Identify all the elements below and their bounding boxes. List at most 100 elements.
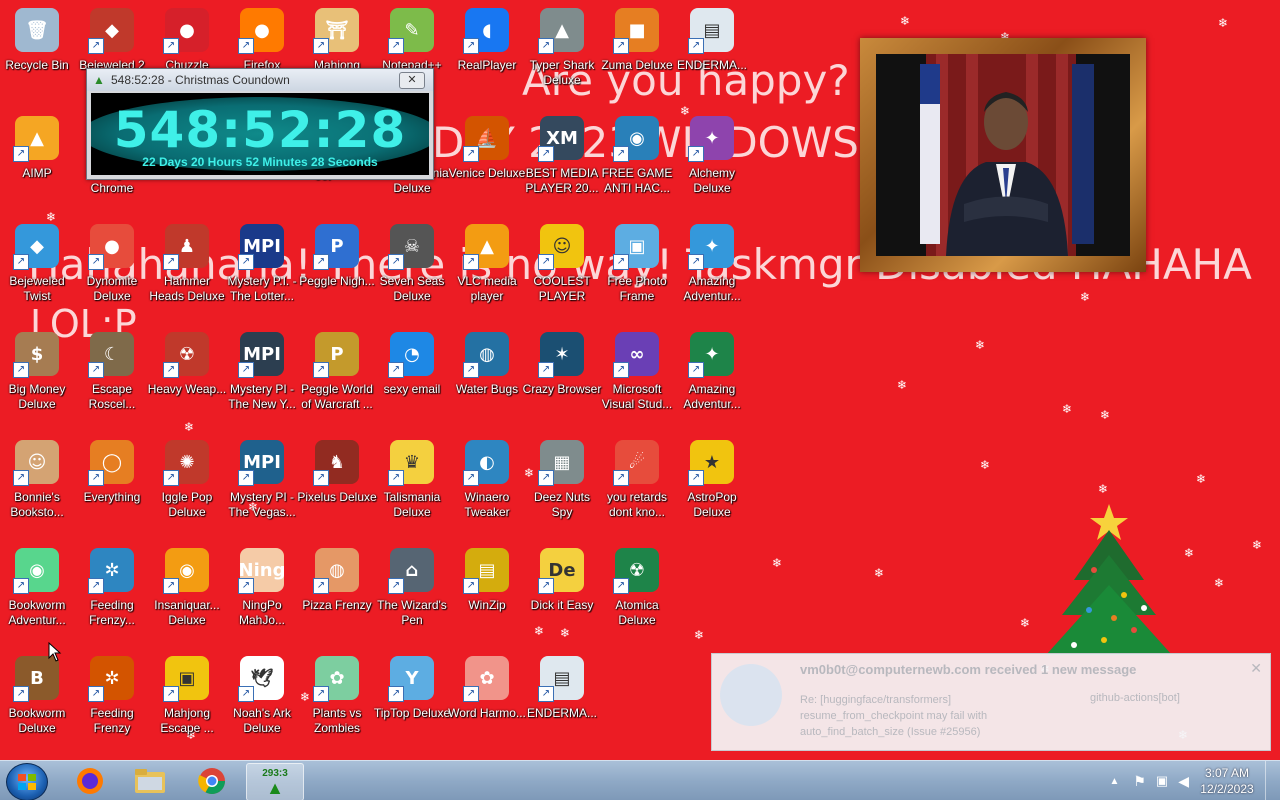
show-hidden-icons-icon[interactable]: ▲ xyxy=(1109,776,1119,787)
portrait-photo-frame xyxy=(860,38,1146,272)
action-center-flag-icon[interactable]: ⚑ xyxy=(1133,773,1146,790)
desktop-icon[interactable]: MPI ↗ Mystery P.I. - The Lotter... xyxy=(225,222,299,326)
tree-icon: ▲ xyxy=(93,73,105,87)
explorer-taskbar-button[interactable] xyxy=(122,763,178,799)
notification-close-button[interactable]: ✕ xyxy=(1250,660,1262,677)
countdown-time: 548:52:28 xyxy=(113,101,407,159)
desktop-icon[interactable]: ✿ ↗ Word Harmo... xyxy=(448,654,526,758)
desktop-icon[interactable]: ♟ ↗ Hammer Heads Deluxe xyxy=(149,222,225,326)
shortcut-arrow-icon: ↗ xyxy=(388,254,404,270)
desktop-icon[interactable]: ✲ ↗ Feeding Frenzy xyxy=(75,654,149,758)
desktop-icon[interactable]: ▣ ↗ Free Photo Frame xyxy=(600,222,674,326)
desktop-icon[interactable]: Ning ↗ NingPo MahJo... xyxy=(225,546,299,650)
close-button[interactable]: ✕ xyxy=(399,72,425,89)
desktop-icon[interactable]: ■ ↗ Zuma Deluxe xyxy=(600,6,674,110)
desktop-icon[interactable]: ★ ↗ AstroPop Deluxe xyxy=(675,438,749,542)
desktop-icon[interactable]: ✦ ↗ Amazing Adventur... xyxy=(675,330,749,434)
start-button[interactable] xyxy=(6,763,48,800)
desktop-icon-label: NingPo MahJo... xyxy=(238,598,286,627)
desktop-icon[interactable]: ✦ ↗ Alchemy Deluxe xyxy=(675,114,749,218)
desktop-icon[interactable]: ▤ ↗ ENDERMA... xyxy=(675,6,749,110)
desktop-icon[interactable]: ▲ ↗ Typer Shark Deluxe xyxy=(525,6,599,110)
desktop-icon[interactable]: ☢ ↗ Atomica Deluxe xyxy=(600,546,674,650)
desktop-icon-label: Recycle Bin xyxy=(5,58,69,72)
desktop-icon[interactable]: ▤ ↗ WinZip xyxy=(450,546,524,650)
desktop-icon[interactable]: ◯ ↗ Everything xyxy=(75,438,149,542)
chrome-taskbar-button[interactable] xyxy=(184,763,240,799)
desktop-icon[interactable]: Y ↗ TipTop Deluxe xyxy=(374,654,450,758)
desktop-icon[interactable]: ✲ ↗ Feeding Frenzy... xyxy=(75,546,149,650)
ningpo-icon: Ning ↗ xyxy=(238,546,286,594)
desktop-icon-label: Peggle Nigh... xyxy=(299,274,375,288)
shortcut-arrow-icon: ↗ xyxy=(463,686,479,702)
desktop-icon[interactable]: ♞ ↗ Pixelus Deluxe xyxy=(297,438,377,542)
shortcut-arrow-icon: ↗ xyxy=(688,470,704,486)
desktop-icon-label: The Wizard's Pen xyxy=(377,598,447,627)
shortcut-arrow-icon: ↗ xyxy=(13,146,29,162)
shortcut-arrow-icon: ↗ xyxy=(88,254,104,270)
desktop-icon[interactable]: ▲ ↗ AIMP xyxy=(0,114,74,218)
desktop-icon[interactable]: 🕊 ↗ Noah's Ark Deluxe xyxy=(225,654,299,758)
desktop-icon[interactable]: ✶ ↗ Crazy Browser xyxy=(522,330,602,434)
desktop-icon[interactable]: MPI ↗ Mystery PI - The Vegas... xyxy=(225,438,299,542)
clock[interactable]: 3:07 AM 12/2/2023 xyxy=(1195,765,1259,797)
email-notification-toast[interactable]: vm0b0t@computernewb.com received 1 new m… xyxy=(711,653,1271,751)
desktop-icon[interactable]: ✺ ↗ Iggle Pop Deluxe xyxy=(150,438,224,542)
desktop-icon[interactable]: MPI ↗ Mystery PI - The New Y... xyxy=(225,330,299,434)
shortcut-arrow-icon: ↗ xyxy=(238,578,254,594)
snowflake-icon: ❄ xyxy=(1218,16,1229,30)
desktop-icon[interactable]: B ↗ Bookworm Deluxe xyxy=(0,654,74,758)
amazing-adventures2-icon: ✦ ↗ xyxy=(688,330,736,378)
volume-icon[interactable]: ◀ xyxy=(1178,773,1189,790)
show-desktop-button[interactable] xyxy=(1265,761,1280,800)
shortcut-arrow-icon: ↗ xyxy=(13,362,29,378)
firefox-taskbar-button[interactable] xyxy=(62,763,118,799)
desktop-icon[interactable]: ◆ ↗ Bejeweled Twist xyxy=(0,222,74,326)
desktop-icon[interactable]: ▤ ↗ ENDERMA... xyxy=(525,654,599,758)
desktop-icon[interactable]: ∞ ↗ Microsoft Visual Stud... xyxy=(600,330,674,434)
shortcut-arrow-icon: ↗ xyxy=(463,578,479,594)
desktop-icon[interactable]: ◔ ↗ sexy email xyxy=(375,330,449,434)
desktop-icon[interactable]: ◖ ↗ RealPlayer xyxy=(450,6,524,110)
desktop-icon[interactable]: P ↗ Peggle Nigh... xyxy=(299,222,375,326)
desktop-icon[interactable]: ☺ ↗ Bonnie's Booksto... xyxy=(0,438,74,542)
desktop-icon[interactable]: ◐ ↗ Winaero Tweaker xyxy=(450,438,524,542)
desktop-icon[interactable]: ◉ ↗ FREE GAME ANTI HAC... xyxy=(600,114,674,218)
desktop-icon[interactable]: ◉ ↗ Bookworm Adventur... xyxy=(0,546,74,650)
desktop-icon[interactable]: ♛ ↗ Talismania Deluxe xyxy=(375,438,449,542)
desktop-icon[interactable]: ◍ ↗ Pizza Frenzy xyxy=(300,546,374,650)
desktop-icon[interactable]: ▣ ↗ Mahjong Escape ... xyxy=(150,654,224,758)
desktop-icon-label: RealPlayer xyxy=(457,58,517,72)
countdown-taskbar-button[interactable]: 293:3 ▲ xyxy=(246,763,304,800)
desktop-icon[interactable]: De ↗ Dick it Easy xyxy=(525,546,599,650)
desktop-icon[interactable]: ☢ ↗ Heavy Weap... xyxy=(148,330,226,434)
desktop-icon-label: Bonnie's Booksto... xyxy=(10,490,64,519)
desktop-icon[interactable]: ☾ ↗ Escape Roscel... xyxy=(75,330,149,434)
desktop-icon[interactable]: ☺ ↗ COOLEST PLAYER xyxy=(525,222,599,326)
window-titlebar[interactable]: ▲ 548:52:28 - Christmas Coundown xyxy=(87,69,433,91)
desktop-icon-label: Crazy Browser xyxy=(522,382,602,396)
desktop-icon[interactable]: ◍ ↗ Water Bugs xyxy=(450,330,524,434)
desktop-icon[interactable]: ◉ ↗ Insaniquar... Deluxe xyxy=(150,546,224,650)
system-tray: ▲ ⚑ ▣ ◀ 3:07 AM 12/2/2023 xyxy=(1109,761,1280,800)
desktop-icon[interactable]: ⛵ ↗ Venice Deluxe xyxy=(449,114,525,218)
snowflake-icon: ❄ xyxy=(897,378,908,392)
desktop-icon[interactable]: $ ↗ Big Money Deluxe xyxy=(0,330,74,434)
desktop-icon[interactable]: ☄ ↗ you retards dont kno... xyxy=(600,438,674,542)
desktop-icon[interactable]: ● ↗ Dynomite Deluxe xyxy=(75,222,149,326)
desktop-icon[interactable]: P ↗ Peggle World of Warcraft ... xyxy=(300,330,374,434)
desktop-icon[interactable]: ⌂ ↗ The Wizard's Pen xyxy=(375,546,449,650)
desktop-icon[interactable]: ▦ ↗ Deez Nuts Spy xyxy=(525,438,599,542)
desktop-icon-label: ENDERMA... xyxy=(526,706,597,720)
desktop[interactable]: Are you happy? O DAY 2023 WINDOWS Hahaha… xyxy=(0,0,1280,760)
shortcut-arrow-icon: ↗ xyxy=(13,470,29,486)
desktop-icon[interactable]: ☠ ↗ Seven Seas Deluxe xyxy=(375,222,449,326)
desktop-icon[interactable]: 🗑 Recycle Bin xyxy=(0,6,74,110)
desktop-icon[interactable]: XM ↗ BEST MEDIA PLAYER 20... xyxy=(525,114,599,218)
christmas-countdown-window[interactable]: ▲ 548:52:28 - Christmas Coundown ✕ 548:5… xyxy=(86,68,434,180)
desktop-icon-label: Plants vs Zombies xyxy=(312,706,362,735)
desktop-icon[interactable]: ✿ ↗ Plants vs Zombies xyxy=(300,654,374,758)
desktop-icon[interactable]: ✦ ↗ Amazing Adventur... xyxy=(675,222,749,326)
desktop-icon[interactable]: ▲ ↗ VLC media player xyxy=(450,222,524,326)
network-icon[interactable]: ▣ xyxy=(1156,773,1168,789)
